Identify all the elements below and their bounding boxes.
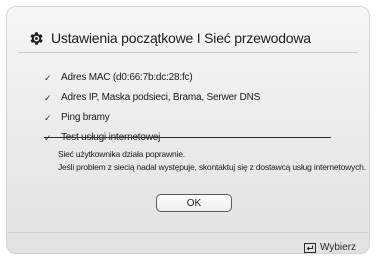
footer-hint: Wybierz	[303, 242, 356, 253]
ok-button[interactable]: OK	[156, 194, 232, 212]
status-line-1: Sieć użytkownika działa poprawnie.	[58, 149, 185, 159]
select-label: Wybierz	[319, 242, 356, 253]
status-message: Sieć użytkownika działa poprawnie. Jeśli…	[58, 148, 366, 174]
check-list: ✓ Adres MAC (d0:66:7b:dc:28:fc) ✓ Adres …	[44, 67, 260, 147]
checkmark-icon: ✓	[44, 72, 52, 83]
check-label: Ping bramy	[61, 111, 110, 123]
footer-divider	[6, 232, 370, 233]
status-line-2: Jeśli problem z siecią nadal występuje, …	[58, 162, 366, 172]
title-divider	[18, 52, 358, 53]
check-label: Adres MAC (d0:66:7b:dc:28:fc)	[61, 71, 193, 83]
dialog-title: Ustawienia początkowe I Sieć przewodowa	[51, 30, 311, 46]
enter-icon	[303, 242, 316, 253]
list-item: ✓ Adres IP, Maska podsieci, Brama, Serwe…	[44, 87, 260, 107]
list-item: ✓ Ping bramy	[44, 107, 260, 127]
list-item: ✓ Adres MAC (d0:66:7b:dc:28:fc)	[44, 67, 260, 87]
checkmark-icon: ✓	[44, 92, 52, 103]
gear-icon	[28, 30, 45, 47]
dialog-header: Ustawienia początkowe I Sieć przewodowa	[28, 28, 311, 48]
checkmark-icon: ✓	[44, 133, 55, 144]
network-dialog: Ustawienia początkowe I Sieć przewodowa …	[6, 6, 370, 254]
check-label: Adres IP, Maska podsieci, Brama, Serwer …	[61, 91, 261, 103]
list-divider	[44, 137, 331, 138]
checkmark-icon: ✓	[44, 112, 52, 123]
